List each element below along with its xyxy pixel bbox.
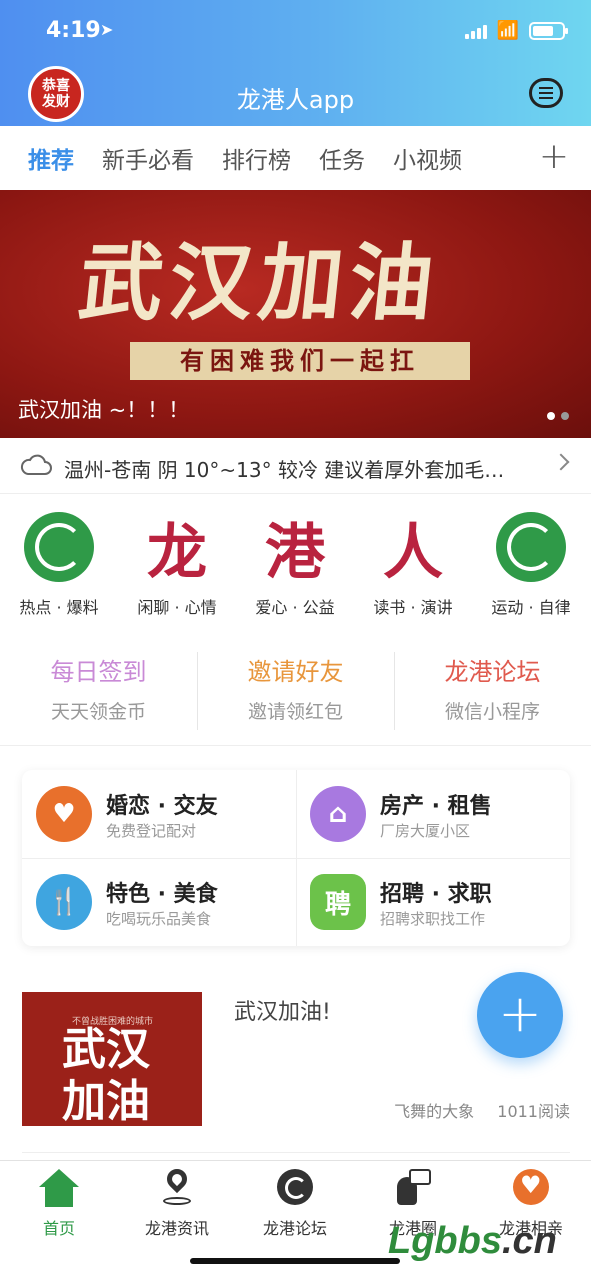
card-sub: 吃喝玩乐品美食 [106,910,212,928]
user-chat-icon [393,1169,433,1209]
quick-label: 爱心 · 公益 [255,598,335,617]
carousel-dot-active [547,412,555,420]
card-title: 招聘 · 求职 [380,882,492,907]
cloud-icon [20,454,52,475]
tab-recommend[interactable]: 推荐 [28,141,74,175]
category-tabs: 推荐 新手必看 排行榜 任务 小视频 + [0,126,591,190]
invite-friends[interactable]: 邀请好友 邀请领红包 [197,640,394,745]
quick-label: 热点 · 爆料 [19,598,99,617]
quick-entries: 热点 · 爆料 龙 闲聊 · 心情 港 爱心 · 公益 人 读书 · 演讲 运动… [0,512,591,622]
message-icon[interactable] [529,78,563,108]
quick-item-chat[interactable]: 龙 闲聊 · 心情 [118,512,236,618]
heart-pulse-icon: ♥ [36,786,92,842]
create-post-button[interactable]: + [477,972,563,1058]
heart-pulse-icon [511,1169,551,1209]
service-shortcuts: 每日签到 天天领金币 邀请好友 邀请领红包 龙港论坛 微信小程序 [0,640,591,746]
service-sub: 微信小程序 [444,701,540,723]
banner-headline: 武汉加油 [74,233,445,332]
card-realestate[interactable]: ⌂ 房产 · 租售 厂房大厦小区 [296,770,570,858]
dragon-green-icon [496,512,566,582]
forum-miniprogram[interactable]: 龙港论坛 微信小程序 [394,640,591,745]
quick-item-charity[interactable]: 港 爱心 · 公益 [236,512,354,618]
banner-strip: 有困难我们一起扛 [130,342,470,380]
dragon-icon [275,1169,315,1209]
recruit-icon: 聘 [310,874,366,930]
card-dating[interactable]: ♥ 婚恋 · 交友 免费登记配对 [22,770,296,858]
banner-carousel[interactable]: 武汉加油 有困难我们一起扛 武汉加油 ~！！！ [0,190,591,438]
status-icons: 📶 [464,20,568,41]
signal-icon [464,23,487,39]
tab-short-video[interactable]: 小视频 [393,141,462,175]
quick-label: 运动 · 自律 [491,598,571,617]
nav-label: 首页 [42,1219,75,1238]
home-indicator [190,1258,400,1264]
quick-char-icon: 龙 [147,517,207,588]
divider [22,1152,570,1153]
card-sub: 厂房大厦小区 [380,822,471,840]
quick-char-icon: 人 [383,517,443,588]
tab-newbie[interactable]: 新手必看 [102,141,194,175]
card-title: 房产 · 租售 [380,794,492,819]
house-icon: ⌂ [310,786,366,842]
quick-label: 读书 · 演讲 [373,598,453,617]
service-sub: 邀请领红包 [247,701,343,723]
dragon-green-icon [24,512,94,582]
location-pin-icon [157,1164,197,1209]
nav-home[interactable]: 首页 [0,1169,118,1239]
carousel-dot [561,412,569,420]
add-tab-button[interactable]: + [539,136,569,177]
nav-forum[interactable]: 龙港论坛 [236,1169,354,1239]
location-arrow-icon: ➤ [100,20,114,39]
wifi-icon: 📶 [496,20,519,41]
weather-text: 温州-苍南 阴 10°~13° 较冷 建议着厚外套加毛… [64,458,505,482]
nav-news[interactable]: 龙港资讯 [118,1164,236,1239]
service-title: 龙港论坛 [444,658,541,686]
service-sub: 天天领金币 [50,701,146,723]
watermark-suffix: .cn [501,1220,557,1262]
card-food[interactable]: 🍴 特色 · 美食 吃喝玩乐品美食 [22,858,296,946]
category-cards: ♥ 婚恋 · 交友 免费登记配对 ⌂ 房产 · 租售 厂房大厦小区 🍴 特色 ·… [22,770,570,946]
card-title: 婚恋 · 交友 [106,794,218,819]
tab-ranking[interactable]: 排行榜 [222,141,291,175]
nav-label: 龙港论坛 [262,1219,327,1238]
nav-label: 龙港资讯 [144,1219,209,1238]
post-title: 武汉加油! [234,1000,331,1025]
thumb-small-text: 不曾战胜困难的城市 [72,1017,154,1027]
quick-item-hot[interactable]: 热点 · 爆料 [0,512,118,618]
card-sub: 招聘求职找工作 [380,910,486,928]
card-title: 特色 · 美食 [106,882,218,907]
post-author: 飞舞的大象 [394,1102,475,1121]
carousel-dots [547,412,569,420]
fork-knife-icon: 🍴 [36,874,92,930]
thumb-line: 加油 [62,1076,150,1127]
quick-char-icon: 港 [265,517,325,588]
home-icon [39,1169,79,1209]
app-title: 龙港人app [236,86,355,114]
chevron-right-icon [552,453,570,471]
card-jobs[interactable]: 聘 招聘 · 求职 招聘求职找工作 [296,858,570,946]
battery-icon [529,21,568,40]
tab-tasks[interactable]: 任务 [319,141,365,175]
service-title: 邀请好友 [247,658,344,686]
post-thumbnail: 不曾战胜困难的城市 武汉 加油 [22,992,202,1127]
daily-checkin[interactable]: 每日签到 天天领金币 [0,640,197,745]
post-meta: 飞舞的大象 1011阅读 [394,1098,570,1122]
service-title: 每日签到 [50,658,147,686]
app-header: 4:19 ➤ 📶 恭喜 发财 龙港人app [0,0,591,126]
banner-caption: 武汉加油 ~！！！ [18,398,190,422]
post-reads: 1011阅读 [497,1102,570,1121]
status-time: 4:19 [46,18,101,43]
watermark-logo: Lgbbs.cn [388,1220,588,1274]
quick-item-reading[interactable]: 人 读书 · 演讲 [354,512,472,618]
weather-bar[interactable]: 温州-苍南 阴 10°~13° 较冷 建议着厚外套加毛… [0,438,591,494]
watermark-text: Lgbbs [388,1220,502,1262]
quick-item-sports[interactable]: 运动 · 自律 [472,512,590,618]
card-sub: 免费登记配对 [106,822,197,840]
quick-label: 闲聊 · 心情 [137,598,217,617]
